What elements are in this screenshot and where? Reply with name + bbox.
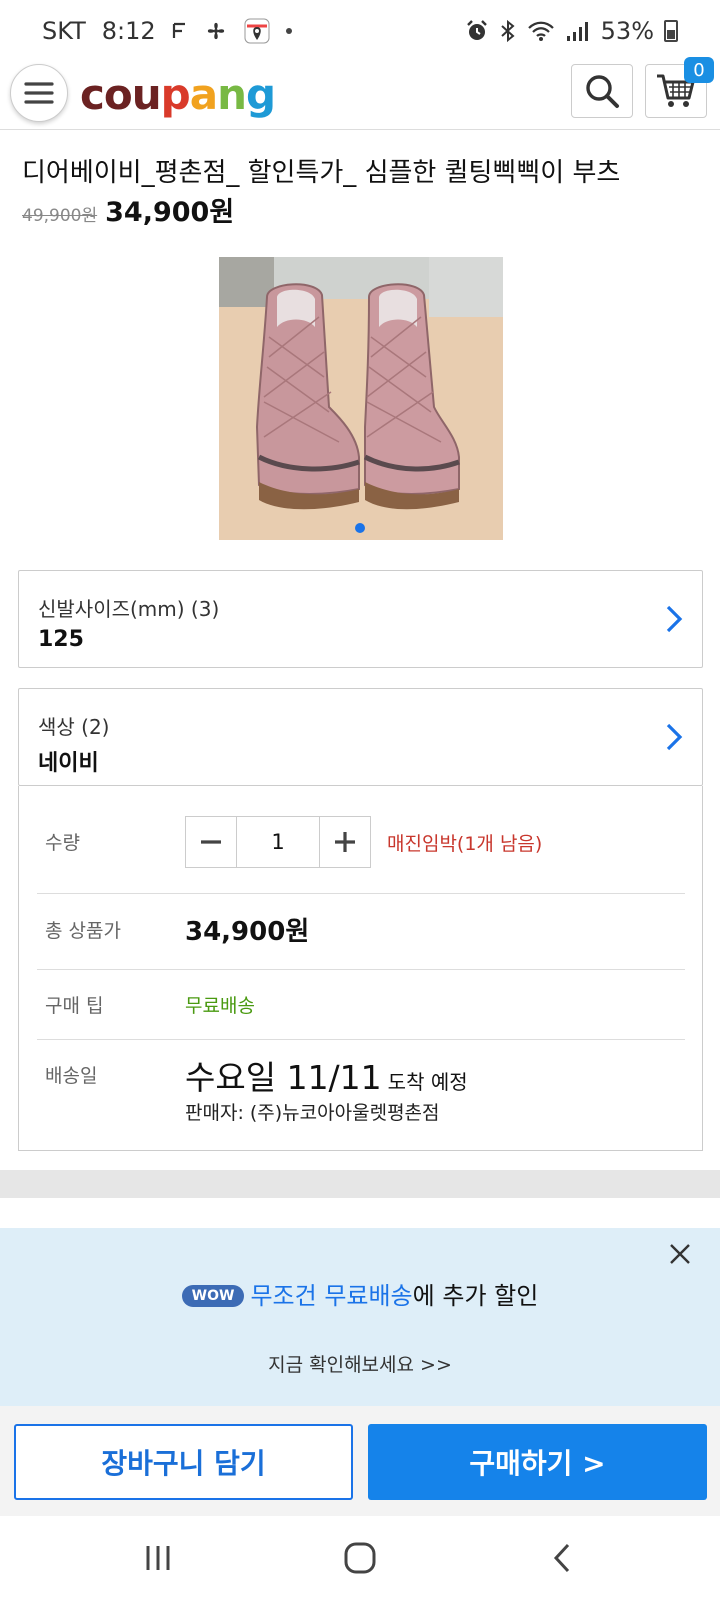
free-shipping-tip: 무료배송 [185, 995, 255, 1017]
recent-apps-icon [146, 1546, 170, 1570]
clock: 8:12 [101, 17, 156, 45]
system-nav-bar [0, 1516, 720, 1600]
home-icon [344, 1542, 376, 1574]
option-color-label: 색상 (2) [38, 715, 110, 739]
product-title: 디어베이비_평촌점_ 할인특가_ 심플한 퀼팅삑삑이 부츠 [22, 158, 621, 188]
delivery-label: 배송일 [45, 1065, 98, 1087]
divider [37, 893, 685, 894]
minus-icon [201, 840, 221, 844]
action-bar: 장바구니 담기 구매하기 > [0, 1406, 720, 1516]
section-divider [0, 1170, 720, 1198]
option-size[interactable]: 신발사이즈(mm) (3) 125 [18, 570, 703, 668]
tip-label: 구매 팁 [45, 995, 104, 1017]
search-button[interactable] [571, 64, 633, 118]
quantity-value[interactable]: 1 [236, 817, 320, 867]
promo-headline: WOW 무조건 무료배송에 추가 할인 [0, 1276, 720, 1311]
wow-badge: WOW [181, 1285, 245, 1307]
plus-icon [335, 832, 355, 852]
option-color[interactable]: 색상 (2) 네이비 [18, 688, 703, 786]
wow-promo-banner[interactable]: WOW 무조건 무료배송에 추가 할인 지금 확인해보세요 >> [0, 1228, 720, 1406]
signal-icon [565, 19, 591, 43]
menu-button[interactable] [10, 64, 68, 122]
carrier-label: SKT [42, 17, 86, 45]
status-bar: SKT 8:12 53% [0, 0, 720, 62]
divider [37, 969, 685, 970]
stock-notice: 매진임박(1개 남음) [387, 833, 543, 855]
total-price: 34,900원 [185, 917, 310, 947]
battery-icon [664, 20, 678, 42]
cart-button[interactable]: 0 [645, 57, 714, 118]
add-to-cart-button[interactable]: 장바구니 담기 [14, 1424, 353, 1500]
promo-highlight: 무조건 무료배송 [250, 1282, 413, 1310]
promo-rest: 에 추가 할인 [412, 1282, 539, 1310]
decrease-button[interactable] [186, 817, 236, 867]
more-notifications-dot [285, 28, 292, 34]
buy-now-button[interactable]: 구매하기 > [368, 1424, 707, 1500]
coupang-logo[interactable]: coupang [80, 70, 276, 119]
seller-info: 판매자: (주)뉴코아아울렛평촌점 [185, 1102, 440, 1124]
bluetooth-icon [499, 19, 517, 43]
increase-button[interactable] [320, 817, 370, 867]
total-label: 총 상품가 [45, 920, 121, 942]
location-app-icon [244, 18, 270, 44]
option-size-value: 125 [38, 627, 84, 652]
battery-percent: 53% [600, 17, 654, 45]
carousel-indicator [355, 523, 365, 533]
chevron-right-icon [666, 723, 683, 751]
divider [37, 1039, 685, 1040]
recent-apps-button[interactable] [128, 1538, 188, 1578]
promo-cta[interactable]: 지금 확인해보세요 >> [0, 1350, 720, 1377]
fan-icon [204, 19, 228, 43]
search-icon [586, 75, 619, 108]
option-size-label: 신발사이즈(mm) (3) [38, 597, 220, 621]
option-color-value: 네이비 [38, 751, 99, 776]
home-button[interactable] [330, 1538, 390, 1578]
quantity-stepper[interactable]: 1 [185, 816, 371, 868]
price-row: 49,900원 34,900원 [22, 190, 234, 229]
back-button[interactable] [532, 1538, 592, 1578]
close-icon[interactable] [668, 1242, 692, 1266]
quantity-label: 수량 [45, 832, 80, 854]
product-image[interactable] [219, 257, 503, 540]
wifi-icon [527, 19, 555, 43]
app-header: coupang 0 [0, 57, 720, 130]
delivery-date: 수요일 11/11 도착 예정 [185, 1058, 468, 1097]
order-details: 수량 1 매진임박(1개 남음) 총 상품가 34,900원 구매 팁 무료배송… [18, 786, 703, 1151]
alarm-icon [465, 19, 489, 43]
chevron-right-icon [666, 605, 683, 633]
back-icon [553, 1543, 570, 1573]
cart-count-badge: 0 [684, 57, 714, 83]
hamburger-icon [24, 82, 54, 104]
sale-price: 34,900원 [105, 197, 235, 228]
notification-f-icon [172, 20, 188, 42]
original-price: 49,900원 [22, 206, 98, 226]
